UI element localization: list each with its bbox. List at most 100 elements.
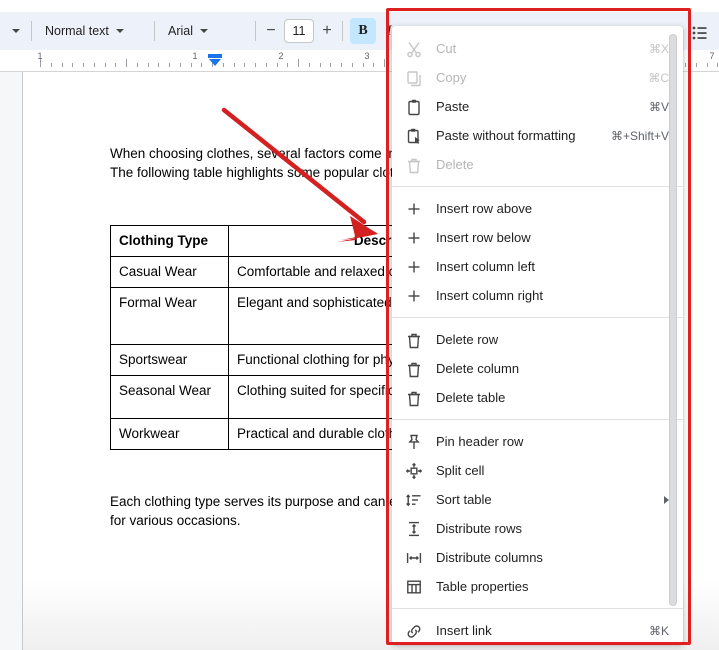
menu-item-label: Split cell <box>436 463 485 478</box>
table-cell-type[interactable]: Seasonal Wear <box>110 375 229 419</box>
menu-item-insert-row-below[interactable]: Insert row below <box>392 223 683 252</box>
menu-item-delete: Delete <box>392 150 683 179</box>
menu-item-delete-table[interactable]: Delete table <box>392 383 683 412</box>
font-family-dropdown[interactable]: Arial <box>162 18 248 44</box>
menu-item-shortcut: ⌘C <box>648 70 669 85</box>
ruler-tick <box>351 63 353 67</box>
pin-icon <box>404 432 424 452</box>
chevron-down-icon <box>200 29 209 33</box>
toolbar-divider <box>31 21 32 41</box>
ruler-tick <box>308 63 310 67</box>
menu-item-paste-without-formatting[interactable]: Paste without formatting ⌘+Shift+V <box>392 121 683 150</box>
ruler-label: 7 <box>709 51 715 61</box>
menu-item-shortcut: ⌘+Shift+V <box>610 128 669 143</box>
ruler-tick <box>72 63 74 67</box>
menu-item-label: Paste without formatting <box>436 128 576 143</box>
ruler-tick <box>222 63 224 67</box>
menu-item-label: Paste <box>436 99 470 114</box>
ruler-tick <box>83 63 84 67</box>
menu-item-copy: Copy ⌘C <box>392 63 683 92</box>
font-family-label: Arial <box>168 24 194 38</box>
ruler-tick <box>136 63 138 67</box>
menu-item-label: Insert column right <box>436 288 543 303</box>
table-cell-type[interactable]: Workwear <box>110 418 229 450</box>
font-size-increase-button[interactable]: + <box>319 22 335 40</box>
ruler-tick <box>341 63 342 67</box>
toolbar-divider <box>255 21 256 41</box>
table-context-menu[interactable]: Cut ⌘X Copy ⌘C Paste ⌘V Paste without formatti… <box>392 26 683 644</box>
menu-item-label: Table properties <box>436 579 529 594</box>
ruler-tick <box>330 63 332 67</box>
menu-item-cut: Cut ⌘X <box>392 34 683 63</box>
plus-icon <box>404 286 424 306</box>
menu-item-insert-column-left[interactable]: Insert column left <box>392 252 683 281</box>
menu-item-delete-column[interactable]: Delete column <box>392 354 683 383</box>
menu-divider <box>392 419 683 420</box>
indent-marker-icon[interactable] <box>208 54 222 68</box>
clipboard-icon <box>404 97 424 117</box>
font-size-input[interactable]: 11 <box>284 19 314 43</box>
ruler-label: 3 <box>364 51 370 61</box>
menu-item-insert-link[interactable]: Insert link ⌘K <box>392 616 683 644</box>
indent-marker-bar <box>208 54 222 58</box>
ruler-tick <box>362 63 364 67</box>
table-icon <box>404 577 424 597</box>
menu-item-label: Insert row below <box>436 230 531 245</box>
menu-item-label: Pin header row <box>436 434 524 449</box>
ruler-tick <box>169 63 170 67</box>
ruler-tick <box>255 63 256 67</box>
ruler-tick <box>190 63 192 67</box>
font-size-decrease-button[interactable]: − <box>263 22 279 40</box>
toolbar-divider <box>154 21 155 41</box>
ruler-tick <box>126 59 127 67</box>
menu-item-insert-row-above[interactable]: Insert row above <box>392 194 683 223</box>
distribute-rows-icon <box>404 519 424 539</box>
table-header-cell-clothing-type[interactable]: Clothing Type <box>110 225 229 257</box>
toolbar-divider <box>342 21 343 41</box>
ruler-tick <box>233 63 235 67</box>
list-icon[interactable] <box>689 22 711 44</box>
ruler-tick <box>298 59 299 67</box>
ruler-tick <box>685 63 686 67</box>
trash-icon <box>404 330 424 350</box>
undo-chevron-icon[interactable] <box>12 29 20 33</box>
table-cell-type[interactable]: Formal Wear <box>110 287 229 345</box>
menu-item-label: Sort table <box>436 492 492 507</box>
menu-item-distribute-rows[interactable]: Distribute rows <box>392 514 683 543</box>
menu-item-label: Cut <box>436 41 457 56</box>
menu-item-distribute-columns[interactable]: Distribute columns <box>392 543 683 572</box>
ruler-tick <box>384 59 385 67</box>
menu-item-label: Copy <box>436 70 467 85</box>
menu-item-delete-row[interactable]: Delete row <box>392 325 683 354</box>
table-cell-type[interactable]: Sportswear <box>110 344 229 376</box>
ruler-tick <box>319 63 321 67</box>
bold-button[interactable]: B <box>350 18 376 44</box>
paste-plain-icon <box>404 126 424 146</box>
table-cell-type[interactable]: Casual Wear <box>110 256 229 288</box>
menu-item-paste[interactable]: Paste ⌘V <box>392 92 683 121</box>
paragraph-style-dropdown[interactable]: Normal text <box>39 18 147 44</box>
ruler-label: 2 <box>278 51 284 61</box>
menu-item-split-cell[interactable]: Split cell <box>392 456 683 485</box>
menu-scrollbar-thumb[interactable] <box>669 34 677 606</box>
font-size-stepper: − 11 + <box>263 19 335 43</box>
menu-item-insert-column-right[interactable]: Insert column right <box>392 281 683 310</box>
paragraph-conclusion-line1: Each clothing type serves its purpose an… <box>110 494 397 509</box>
trash-icon <box>404 155 424 175</box>
paragraph-conclusion: Each clothing type serves its purpose an… <box>110 492 397 530</box>
menu-scrollbar-track[interactable] <box>669 30 680 627</box>
distribute-columns-icon <box>404 548 424 568</box>
menu-divider <box>392 317 683 318</box>
menu-item-pin-header-row[interactable]: Pin header row <box>392 427 683 456</box>
menu-item-label: Delete column <box>436 361 520 376</box>
menu-item-shortcut: ⌘V <box>648 99 669 114</box>
menu-item-sort-table[interactable]: Sort table <box>392 485 683 514</box>
ruler-tick <box>265 63 267 67</box>
menu-item-table-properties[interactable]: Table properties <box>392 572 683 601</box>
ruler-tick <box>695 63 697 67</box>
ruler-tick <box>50 63 52 67</box>
menu-item-shortcut: ⌘K <box>648 623 669 638</box>
ruler-tick <box>158 63 160 67</box>
scissors-icon <box>404 39 424 59</box>
ruler-tick <box>706 63 708 67</box>
